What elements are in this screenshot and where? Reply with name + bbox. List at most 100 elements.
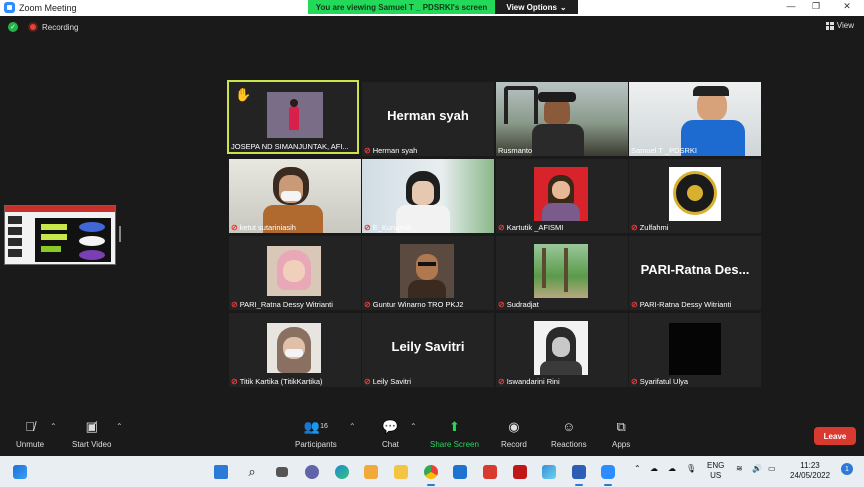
recording-indicator[interactable]: Recording (28, 22, 78, 32)
zoom-logo-icon (4, 2, 15, 13)
wps-office-icon[interactable] (480, 462, 500, 482)
participant-tile[interactable]: ⊘ Kartutik _AFISMI (496, 159, 628, 233)
participant-video (400, 244, 454, 298)
participant-video (534, 321, 588, 375)
apps-icon: ⧉ (616, 419, 626, 434)
close-button[interactable]: ✕ (836, 1, 858, 12)
tray-overflow-icon[interactable]: ⌃ (634, 464, 641, 474)
audio-options-caret-icon[interactable]: ⌃ (50, 422, 57, 431)
shared-screen-thumbnail[interactable] (4, 205, 116, 265)
recording-label: Recording (42, 22, 79, 32)
volume-icon[interactable]: 🔊 (752, 464, 762, 474)
share-screen-button[interactable]: ⬆ Share Screen (430, 420, 479, 450)
participant-display-name: PARI-Ratna Des... (640, 262, 750, 277)
mic-muted-icon: 🎙̸ (25, 419, 35, 434)
file-explorer-icon[interactable] (391, 462, 411, 482)
participant-name: ⊘ ketut sutariniasih (231, 223, 296, 232)
participant-tile[interactable]: Samuel T _PDSRKI (629, 82, 761, 156)
participant-tile[interactable]: ⊘ Guntur Winarno TRO PKJ2 (362, 236, 494, 310)
windows-start-icon[interactable] (10, 462, 30, 482)
weather-icon[interactable]: ☁ (650, 464, 658, 474)
participant-display-name: Leily Savitri (391, 339, 465, 354)
shared-screen-header (5, 206, 115, 212)
participant-name: Samuel T _PDSRKI (631, 146, 698, 155)
clock[interactable]: 11:23 24/05/2022 (790, 461, 830, 481)
participant-video (267, 323, 321, 373)
app-title: Zoom Meeting (4, 2, 77, 13)
apps-button[interactable]: ⧉ Apps (612, 419, 631, 450)
task-view-icon[interactable] (272, 462, 292, 482)
participant-name: ⊘ Syarifatul Ulya (631, 377, 689, 386)
participant-tile[interactable]: ⊘ Iswandarini Rini (496, 313, 628, 387)
participants-button[interactable]: 👥16 Participants (295, 420, 337, 450)
participant-tile[interactable]: ⊘ PARI_Ratna Dessy Witrianti (229, 236, 361, 310)
participant-tile[interactable]: ⊘ Sudradjat (496, 236, 628, 310)
participant-tile[interactable]: ⊘ E_Kunarsih (362, 159, 494, 233)
search-icon[interactable]: ⌕ (242, 462, 262, 482)
record-button[interactable]: ◉ Record (501, 420, 527, 450)
unmute-button[interactable]: 🎙̸ Unmute (16, 419, 44, 450)
clock-date: 24/05/2022 (790, 471, 831, 480)
chat-caret-icon[interactable]: ⌃ (410, 422, 417, 431)
participant-tile[interactable]: ✋ JOSEPA ND SIMANJUNTAK, AFI... (227, 80, 359, 154)
windows-logo-icon[interactable] (211, 462, 231, 482)
video-off-icon: ▣̸ (85, 419, 98, 434)
participant-tile[interactable]: ⊘ Titik Kartika (TitikKartika) (229, 313, 361, 387)
participant-name: ⊘ E_Kunarsih (364, 223, 412, 232)
participant-tile[interactable]: ⊘ ketut sutariniasih (229, 159, 361, 233)
keyboard-layout: US (710, 471, 722, 480)
mcafee-icon[interactable] (510, 462, 530, 482)
participant-video (629, 82, 761, 156)
photos-icon[interactable] (539, 462, 559, 482)
wifi-icon[interactable]: ≋ (736, 464, 743, 474)
teams-chat-icon[interactable] (302, 462, 322, 482)
cloud-icon[interactable]: ☁ (668, 464, 676, 474)
start-video-button[interactable]: ▣̸ Start Video (72, 419, 111, 450)
participant-name: ⊘ Guntur Winarno TRO PKJ2 (364, 300, 464, 309)
view-button[interactable]: View (825, 21, 854, 30)
mic-muted-icon: ⊘ (364, 146, 371, 155)
view-label: View (836, 21, 854, 30)
microphone-icon[interactable]: 🎙 (686, 464, 696, 474)
clock-time: 11:23 (800, 461, 820, 470)
chrome-icon[interactable] (421, 462, 441, 486)
participant-tile[interactable]: Leily Savitri ⊘ Leily Savitri (362, 313, 494, 387)
chat-button[interactable]: 💬 Chat (382, 419, 399, 450)
apps-label: Apps (612, 440, 631, 449)
minimize-button[interactable]: — (780, 1, 802, 11)
record-label: Record (501, 440, 527, 449)
reactions-button[interactable]: ☺ Reactions (551, 420, 587, 450)
shield-check-icon[interactable]: ✓ (8, 22, 18, 32)
chat-icon: 💬 (382, 419, 399, 434)
grid-icon (825, 21, 834, 30)
store-icon[interactable] (361, 462, 381, 482)
video-options-caret-icon[interactable]: ⌃ (116, 422, 123, 431)
window-title: Zoom Meeting (19, 2, 77, 13)
maximize-button[interactable]: ❐ (805, 1, 827, 12)
participant-tile[interactable]: ⊘ Syarifatul Ulya (629, 313, 761, 387)
meeting-status: ✓ Recording (8, 22, 78, 32)
zoom-taskbar-icon[interactable] (598, 462, 618, 486)
resize-handle[interactable] (119, 226, 121, 242)
notification-badge[interactable]: 1 (841, 463, 853, 475)
participant-tile[interactable]: PARI-Ratna Des... ⊘ PARI-Ratna Dessy Witr… (629, 236, 761, 310)
share-banner-text: You are viewing Samuel T _ PDSRKI's scre… (308, 0, 495, 14)
participant-video (267, 246, 321, 296)
participant-video (229, 159, 361, 233)
participant-tile[interactable]: Herman syah ⊘ Herman syah (362, 82, 494, 156)
language-indicator[interactable]: ENG US (707, 461, 724, 481)
view-options-button[interactable]: View Options ⌄ (495, 0, 578, 14)
participant-tile[interactable]: ⊘ Zulfahmi (629, 159, 761, 233)
participants-count: 16 (320, 423, 328, 430)
mail-icon[interactable] (450, 462, 470, 482)
participant-name: ⊘ Leily Savitri (364, 377, 412, 386)
meeting-toolbar: 🎙̸ Unmute ⌃ ▣̸ Start Video ⌃ 👥16 Partici… (0, 412, 864, 456)
word-icon[interactable] (569, 462, 589, 486)
participant-name: ⊘ Sudradjat (498, 300, 539, 309)
edge-icon[interactable] (332, 462, 352, 482)
leave-button[interactable]: Leave (814, 427, 856, 445)
participant-tile[interactable]: Rusmanto (496, 82, 628, 156)
share-screen-label: Share Screen (430, 440, 479, 449)
battery-icon[interactable]: ▭ (768, 464, 776, 474)
participants-caret-icon[interactable]: ⌃ (349, 422, 356, 431)
